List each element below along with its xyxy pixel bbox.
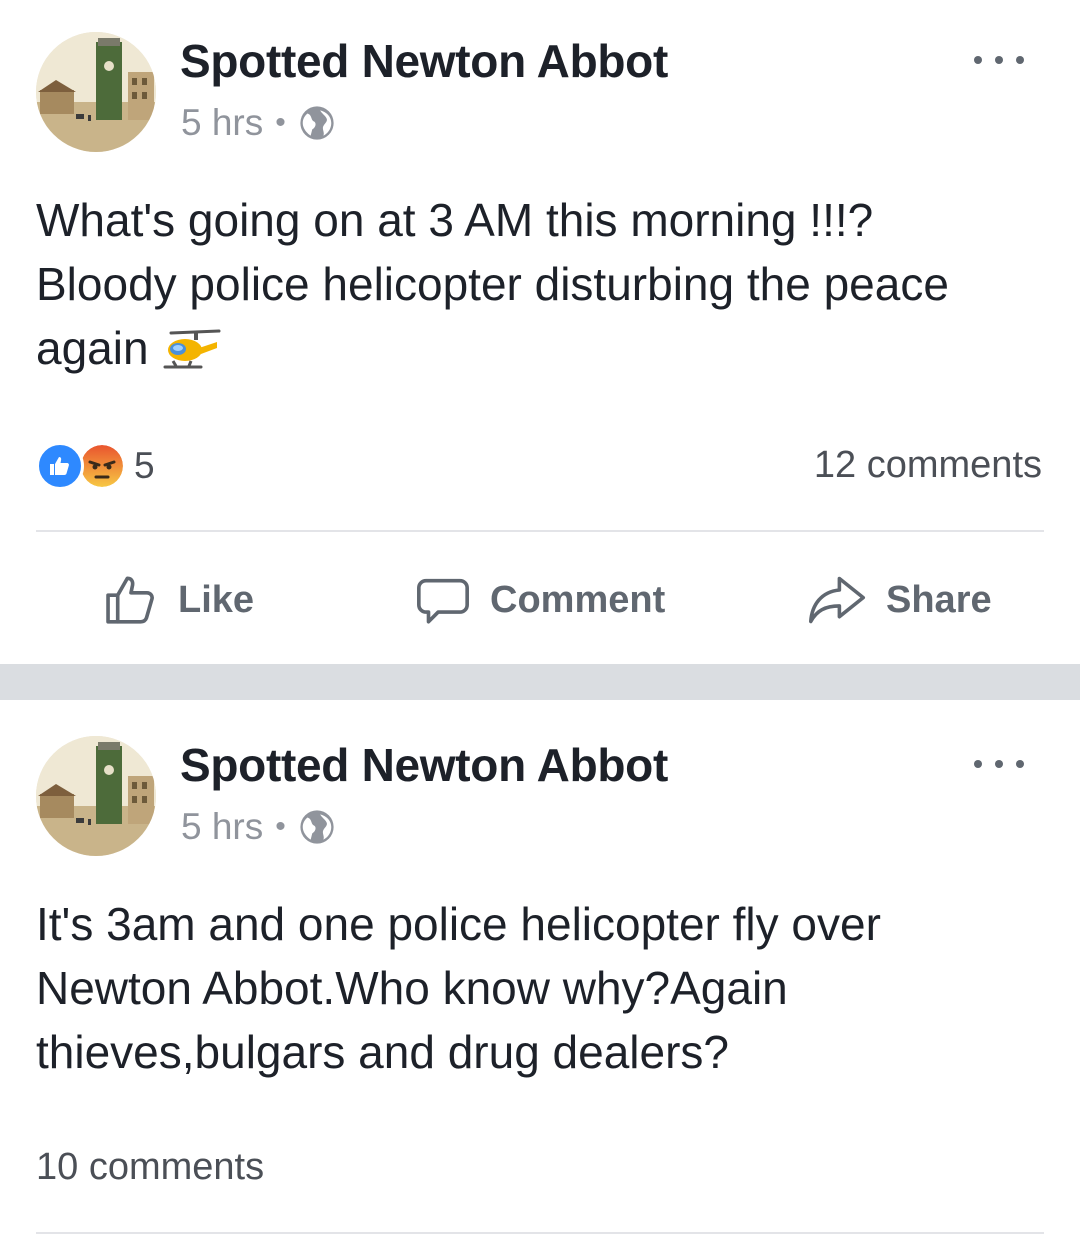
comment-button[interactable]: Comment [414, 560, 665, 640]
feed-separator [0, 664, 1080, 700]
page-name[interactable]: Spotted Newton Abbot [180, 34, 668, 88]
thumbs-up-icon [106, 576, 154, 624]
post-text: What's going on at 3 AM this morning !!!… [36, 188, 1046, 380]
divider [36, 530, 1044, 532]
divider [36, 1232, 1044, 1234]
reactions-summary[interactable]: 5 [36, 442, 155, 490]
angry-reaction-icon [78, 442, 126, 490]
globe-icon [300, 106, 334, 140]
reaction-count: 5 [134, 445, 155, 486]
page-name[interactable]: Spotted Newton Abbot [180, 738, 668, 792]
comments-count[interactable]: 10 comments [36, 1146, 264, 1189]
post-card: Spotted Newton Abbot 5 hrs • It's 3am an… [0, 700, 1080, 1240]
post-text-line: Newton Abbot.Who know why?Again [36, 962, 788, 1014]
page-avatar[interactable] [36, 736, 156, 856]
comments-count[interactable]: 12 comments [814, 444, 1042, 487]
post-meta: 5 hrs • [181, 806, 336, 848]
more-options-icon[interactable] [974, 50, 1024, 70]
meta-separator: • [275, 810, 286, 843]
share-label: Share [886, 578, 992, 621]
post-time[interactable]: 5 hrs [181, 102, 263, 144]
post-card: Spotted Newton Abbot 5 hrs • What's goin… [0, 0, 1080, 664]
post-text-line: thieves,bulgars and drug dealers? [36, 1026, 730, 1078]
share-button[interactable]: Share [806, 560, 992, 640]
like-reaction-icon [36, 442, 84, 490]
post-text-line: What's going on at 3 AM this morning !!!… [36, 194, 874, 246]
helicopter-icon [163, 329, 221, 369]
post-actions: Like Comment Share [0, 560, 1080, 640]
post-text-line: Bloody police helicopter disturbing the … [36, 258, 949, 310]
globe-icon [300, 810, 334, 844]
post-meta: 5 hrs • [181, 102, 336, 144]
share-arrow-icon [808, 576, 866, 624]
meta-separator: • [275, 106, 286, 139]
more-options-icon[interactable] [974, 754, 1024, 774]
comment-bubble-icon [417, 578, 469, 624]
like-button[interactable]: Like [102, 560, 254, 640]
page-avatar[interactable] [36, 32, 156, 152]
post-time[interactable]: 5 hrs [181, 806, 263, 848]
like-label: Like [178, 578, 255, 621]
post-text-line: again [36, 316, 1046, 380]
post-text-line: It's 3am and one police helicopter fly o… [36, 898, 881, 950]
comment-label: Comment [490, 578, 666, 621]
post-text: It's 3am and one police helicopter fly o… [36, 892, 1046, 1084]
